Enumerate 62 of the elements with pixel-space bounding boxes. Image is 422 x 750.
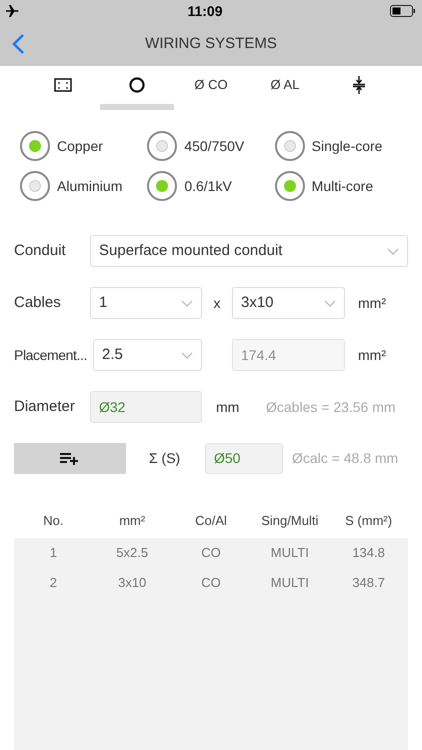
field-label: Conduit [14, 240, 67, 261]
column-header: S (mm²) [345, 512, 392, 530]
calc-diameter-note: Øcalc = 48.8 mm [292, 449, 398, 468]
radio-button[interactable] [20, 131, 50, 161]
table-cell-text: MULTI [270, 544, 309, 562]
area-field: 174.4 [232, 339, 345, 371]
table-cell-text: 1 [50, 544, 58, 562]
radio-button[interactable] [274, 131, 305, 161]
frame-icon [54, 78, 72, 92]
table-cell-text: 5x2.5 [116, 544, 148, 562]
circle-icon [129, 77, 145, 93]
column-header: mm² [119, 512, 146, 530]
radio-button[interactable] [147, 171, 178, 201]
airplane-icon [6, 5, 20, 17]
table-cell-text: CO [201, 574, 221, 592]
tab[interactable]: Ø AL [248, 66, 322, 110]
chevron-down-icon [387, 248, 399, 254]
unit-label: mm² [358, 346, 386, 364]
table-cell-text: 3x10 [118, 574, 146, 592]
times-sign: x [212, 294, 222, 312]
count-select[interactable]: 1 [90, 287, 202, 319]
sum-field: Ø50 [205, 443, 283, 474]
table-cell-text: CO [201, 544, 221, 562]
radio-button[interactable] [147, 131, 178, 161]
field-label: Cables [14, 292, 62, 313]
compress-icon [352, 76, 366, 94]
table-cell-text: 2 [50, 574, 58, 592]
column-header: Sing/Multi [261, 512, 318, 530]
back-button[interactable] [12, 33, 25, 55]
unit-label: mm [216, 398, 240, 416]
section-select[interactable]: 3x10 [232, 287, 345, 319]
chevron-down-icon [181, 352, 193, 358]
radio-option[interactable]: Single-core [274, 131, 402, 161]
field-label: Diameter [14, 396, 76, 417]
battery-icon [390, 5, 416, 17]
table-cell-text: 348.7 [352, 574, 385, 592]
table-cell-text: 134.8 [352, 544, 385, 562]
chevron-down-icon [324, 300, 336, 306]
radio-option[interactable]: Aluminium [20, 171, 148, 201]
column-header: No. [43, 512, 64, 530]
window-title: WIRING SYSTEMS [145, 34, 277, 54]
sum-label: Σ (S) [149, 449, 182, 468]
column-header: Co/Al [195, 512, 227, 530]
radio-option[interactable]: Copper [20, 131, 148, 161]
radio-button[interactable] [20, 171, 50, 201]
radio-option[interactable]: 0.6/1kV [147, 171, 275, 201]
radio-option[interactable]: Multi-core [274, 171, 402, 201]
radio-button[interactable] [274, 171, 305, 201]
conduit-select[interactable]: Superface mounted conduit [90, 235, 408, 267]
add-row-button[interactable] [14, 443, 126, 474]
diameter-field: Ø32 [90, 391, 202, 423]
placement-select[interactable]: 2.5 [93, 339, 202, 371]
field-label: Placement... [14, 346, 88, 364]
back-icon [12, 33, 25, 55]
tab[interactable]: Ø CO [174, 66, 248, 110]
cables-diameter-note: Øcables = 23.56 mm [266, 398, 396, 416]
status-time: 11:09 [187, 2, 223, 20]
table-cell-text: MULTI [270, 574, 309, 592]
radio-option[interactable]: 450/750V [147, 131, 275, 161]
chevron-down-icon [181, 300, 193, 306]
unit-label: mm² [358, 294, 386, 312]
add-list-icon [60, 452, 80, 466]
